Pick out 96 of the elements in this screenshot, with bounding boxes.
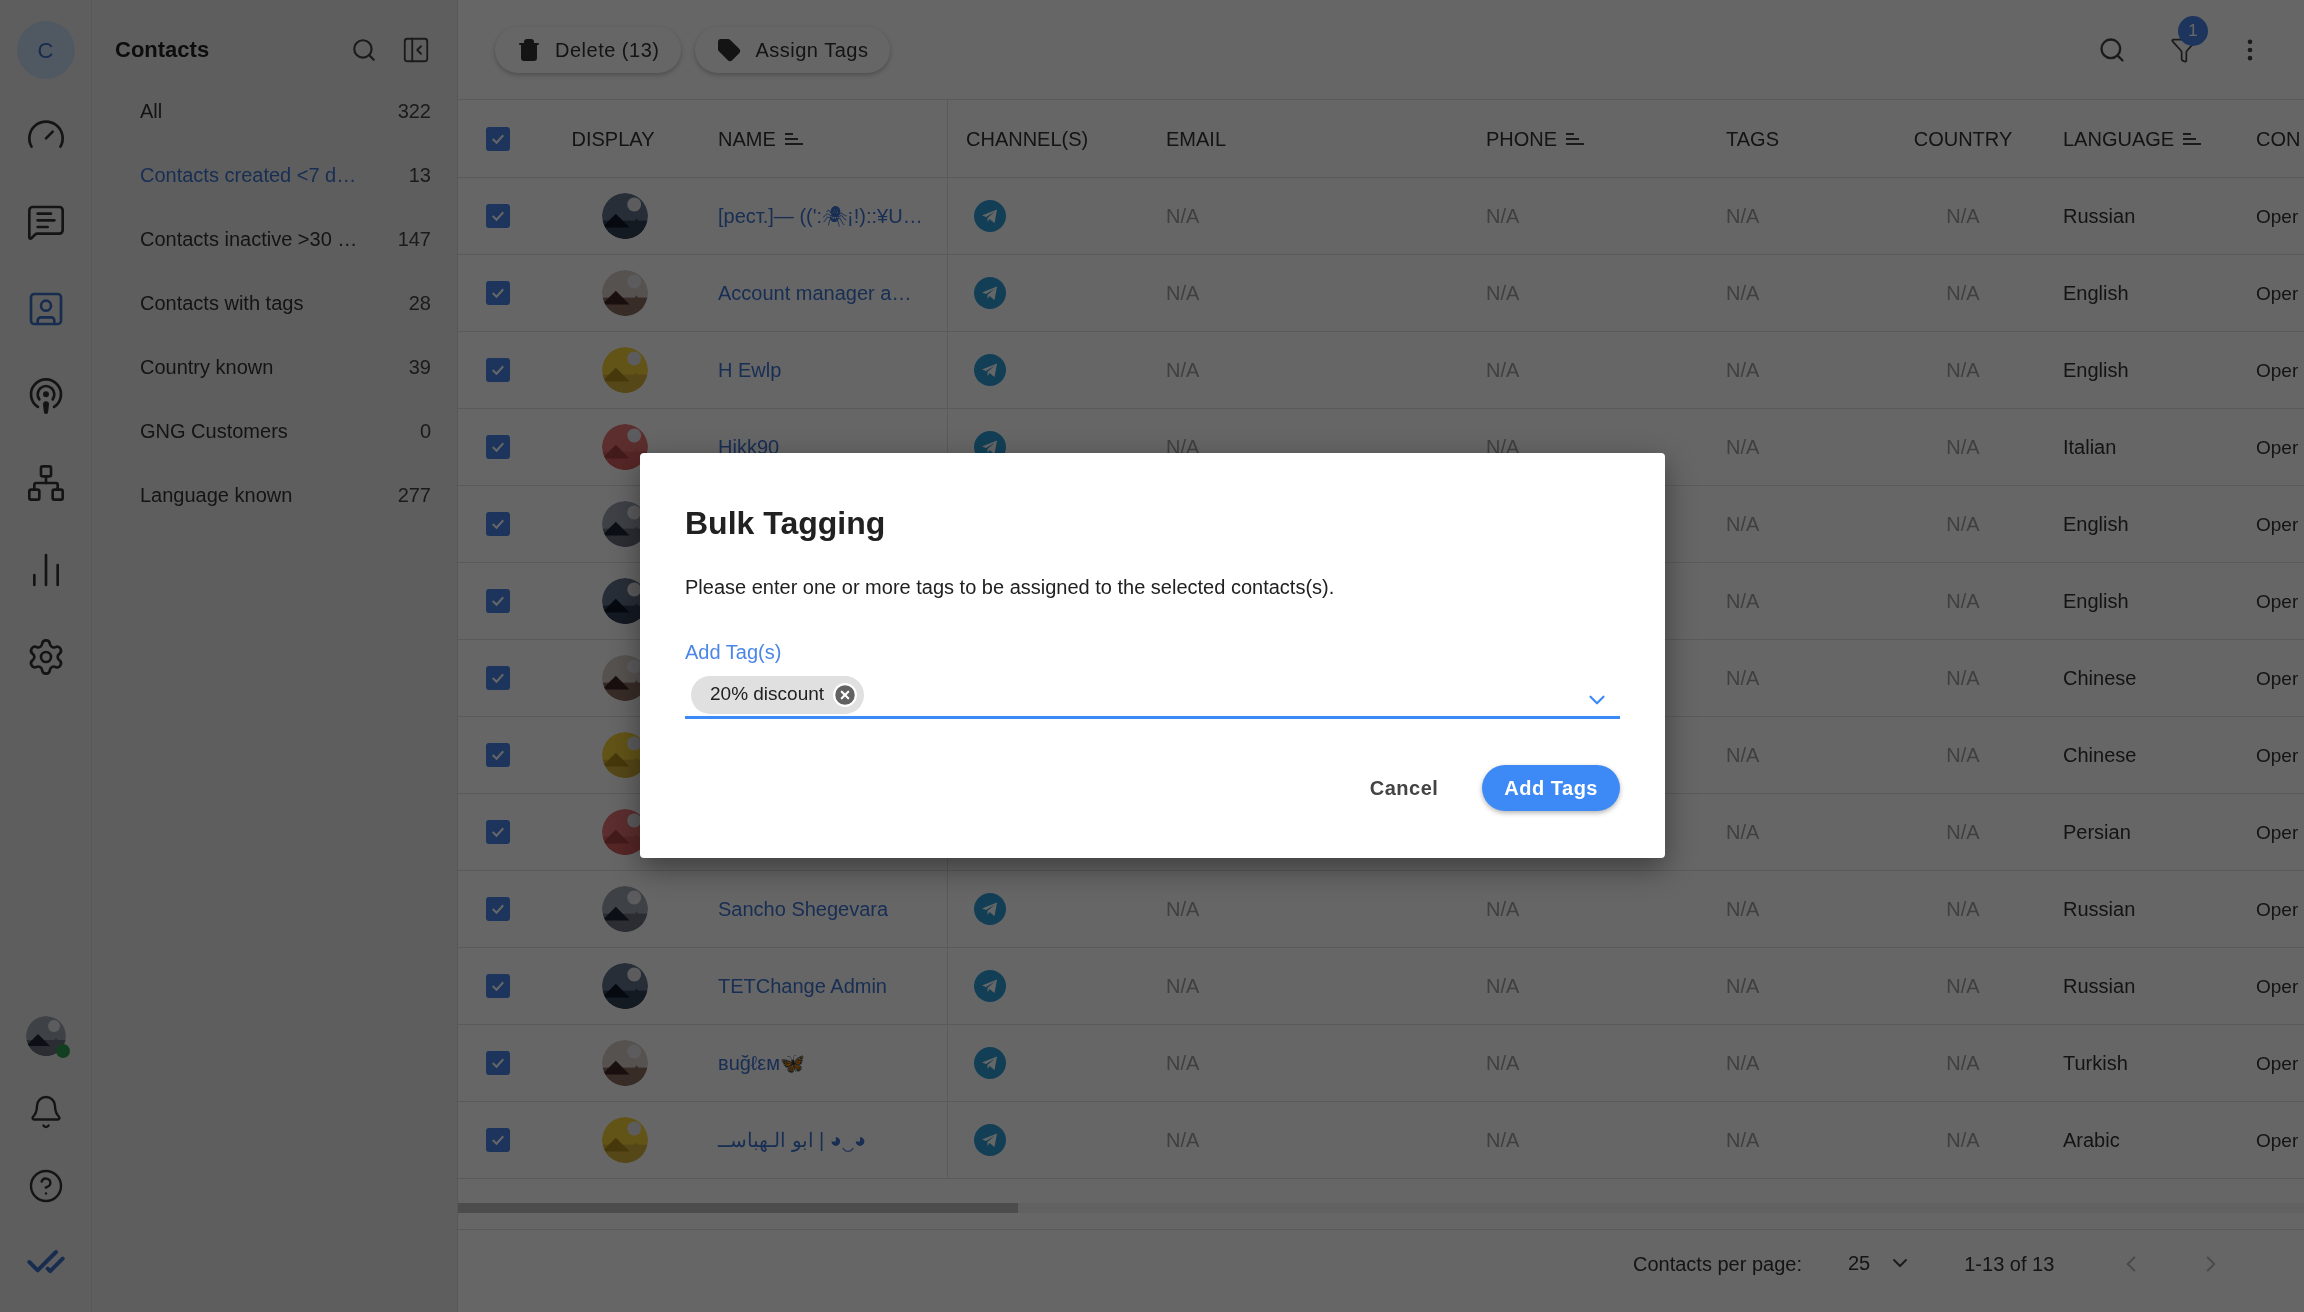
contact-list-item[interactable]: GNG Customers 0	[92, 399, 457, 463]
search-icon[interactable]	[2098, 35, 2126, 64]
column-header[interactable]: CHANNEL(S)	[948, 100, 1148, 177]
table-cell: Oper	[2256, 205, 2299, 227]
row-checkbox[interactable]	[486, 666, 510, 690]
search-icon[interactable]	[351, 36, 377, 63]
language-cell: Turkish	[2063, 1052, 2128, 1074]
help-icon[interactable]	[27, 1168, 64, 1204]
contact-list-item[interactable]: Contacts with tags 28	[92, 271, 457, 335]
tag-icon	[717, 37, 742, 62]
telegram-icon	[974, 200, 1006, 232]
row-checkbox[interactable]	[486, 435, 510, 459]
field-label: Add Tag(s)	[685, 640, 783, 665]
language-cell: Italian	[2063, 436, 2117, 458]
column-header[interactable]: DISPLAY	[538, 100, 698, 177]
table-cell: Oper	[2256, 667, 2299, 689]
telegram-icon	[974, 1124, 1006, 1156]
sort-icon[interactable]	[2182, 130, 2203, 147]
rows-per-page-label: Contacts per page:	[1633, 1252, 1802, 1277]
language-cell: Russian	[2063, 975, 2136, 997]
column-header[interactable]: CON	[2238, 100, 2302, 177]
language-cell: English	[2063, 359, 2129, 381]
row-checkbox[interactable]	[486, 358, 510, 382]
language-cell: Chinese	[2063, 667, 2137, 689]
row-checkbox[interactable]	[486, 512, 510, 536]
row-checkbox[interactable]	[486, 897, 510, 921]
row-checkbox[interactable]	[486, 1051, 510, 1075]
telegram-icon	[974, 277, 1006, 309]
table-cell: Oper	[2256, 1129, 2299, 1151]
add-tags-button[interactable]: Add Tags	[1482, 765, 1620, 811]
table-cell: Oper	[2256, 282, 2299, 304]
telegram-icon	[974, 970, 1006, 1002]
language-cell: Russian	[2063, 898, 2136, 920]
table-cell: Oper	[2256, 590, 2299, 612]
contact-name-link[interactable]: вuğℓεм🦋	[718, 1048, 805, 1078]
dialog-message: Please enter one or more tags to be assigned to the selected contacts(s).	[685, 575, 1336, 600]
table-cell: Oper	[2256, 436, 2299, 458]
language-cell: English	[2063, 513, 2129, 535]
page-range: 1-13 of 13	[1964, 1252, 2055, 1277]
trash-icon	[517, 37, 541, 62]
telegram-icon	[974, 1047, 1006, 1079]
column-header[interactable]: PHONE	[1468, 100, 1698, 177]
row-checkbox[interactable]	[486, 1128, 510, 1152]
contact-name-link[interactable]: TETChange Admin	[718, 971, 887, 1001]
column-header[interactable]: COUNTRY	[1878, 100, 2048, 177]
cancel-button[interactable]: Cancel	[1347, 765, 1461, 811]
row-checkbox[interactable]	[486, 589, 510, 613]
contact-list-item[interactable]: Language known 277	[92, 463, 457, 527]
language-cell: Russian	[2063, 205, 2136, 227]
panel-title: Contacts	[115, 36, 210, 64]
contact-list-item[interactable]: All 322	[92, 79, 457, 143]
language-cell: Chinese	[2063, 744, 2137, 766]
table-cell: Oper	[2256, 821, 2299, 843]
tags-input-field[interactable]: 20% discount	[685, 673, 1620, 719]
filter-count-badge: 1	[2178, 15, 2208, 46]
table-cell: Oper	[2256, 898, 2299, 920]
tag-chip[interactable]: 20% discount	[691, 675, 865, 714]
row-checkbox[interactable]	[486, 974, 510, 998]
row-checkbox[interactable]	[486, 743, 510, 767]
sort-icon[interactable]	[783, 130, 804, 147]
language-cell: English	[2063, 282, 2129, 304]
table-cell: Oper	[2256, 513, 2299, 535]
contact-name-link[interactable]: ابو الـهباســ | ◕‿◕	[718, 1125, 867, 1155]
column-header[interactable]: NAME	[698, 100, 948, 177]
contact-list-item[interactable]: Country known 39	[92, 335, 457, 399]
contact-name-link[interactable]: [рест.]— ((':🕷¡!)::¥U…	[718, 201, 923, 231]
table-cell: Oper	[2256, 975, 2299, 997]
telegram-icon	[974, 893, 1006, 925]
language-cell: English	[2063, 590, 2129, 612]
column-header[interactable]: LANGUAGE	[2048, 100, 2238, 177]
delete-button[interactable]: Delete (13)	[495, 26, 682, 73]
table-cell: Oper	[2256, 359, 2299, 381]
contact-name-link[interactable]: Account manager a…	[718, 278, 912, 308]
dialog-title: Bulk Tagging	[685, 504, 887, 543]
table-cell: Oper	[2256, 744, 2299, 766]
row-checkbox[interactable]	[486, 204, 510, 228]
contact-list-item[interactable]: Contacts created <7 d… 13	[92, 143, 457, 207]
remove-tag-icon[interactable]	[832, 681, 859, 708]
horizontal-scrollbar[interactable]	[458, 1203, 2304, 1213]
contact-name-link[interactable]: H Ewlp	[718, 355, 782, 385]
contact-list-item[interactable]: Contacts inactive >30 … 147	[92, 207, 457, 271]
network-icon[interactable]	[25, 463, 66, 503]
account-avatar[interactable]: C	[16, 21, 75, 79]
contact-name-link[interactable]: Sancho Shegevara	[718, 894, 889, 924]
language-cell: Persian	[2063, 821, 2131, 843]
telegram-icon	[974, 354, 1006, 386]
select-all-checkbox[interactable]	[486, 126, 510, 151]
assign-tags-button[interactable]: Assign Tags	[695, 26, 891, 73]
column-header[interactable]: TAGS	[1698, 100, 1878, 177]
language-cell: Arabic	[2063, 1129, 2120, 1151]
table-cell: Oper	[2256, 1052, 2299, 1074]
rows-per-page-select[interactable]: 25	[1848, 1248, 1913, 1280]
column-header[interactable]: EMAIL	[1148, 100, 1468, 177]
row-checkbox[interactable]	[486, 281, 510, 305]
sort-icon[interactable]	[1565, 130, 1586, 147]
row-checkbox[interactable]	[486, 820, 510, 844]
